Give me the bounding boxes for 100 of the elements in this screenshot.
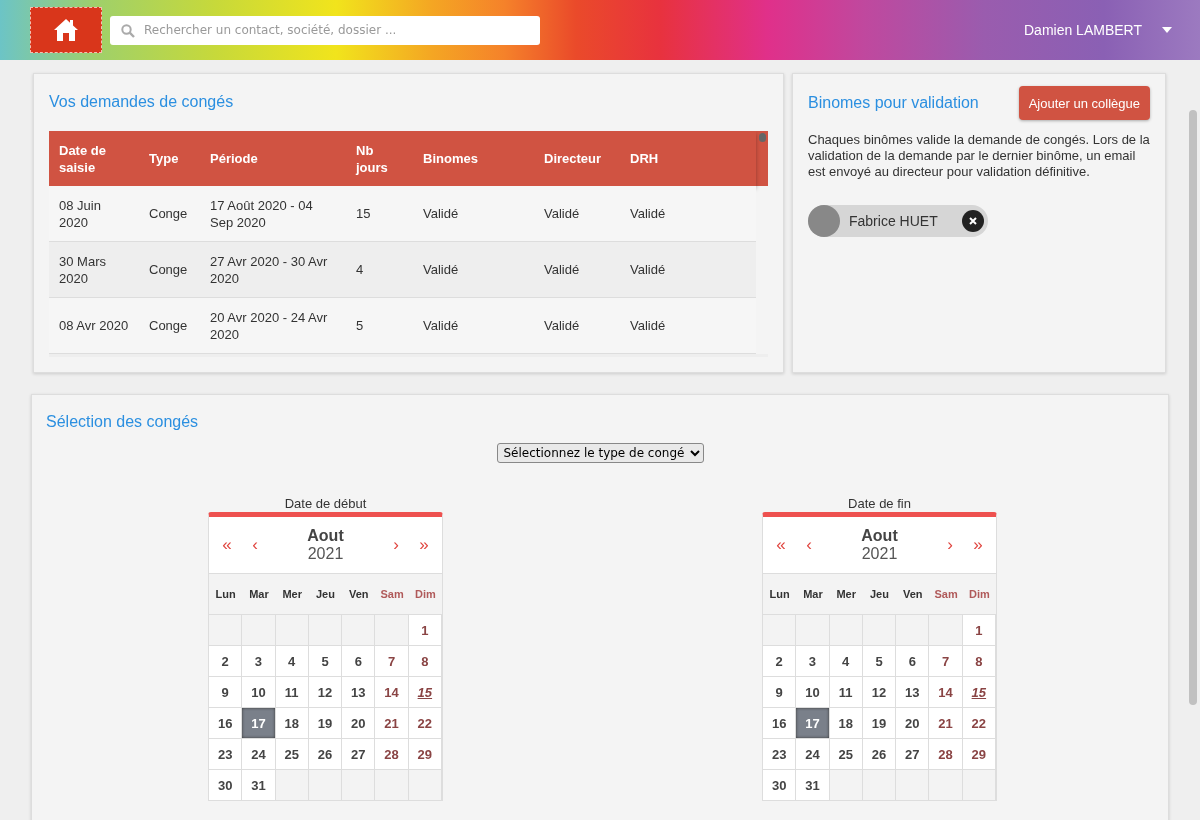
day-cell[interactable]: 13 <box>896 677 930 708</box>
table-cell: Validé <box>534 297 620 354</box>
day-cell[interactable]: 1 <box>408 615 442 646</box>
day-cell[interactable]: 21 <box>375 708 409 739</box>
home-icon <box>53 17 79 43</box>
table-cell: 4 <box>346 241 413 298</box>
day-cell[interactable]: 5 <box>862 646 897 677</box>
day-cell[interactable]: 5 <box>308 646 343 677</box>
caret-icon[interactable] <box>1162 27 1172 33</box>
next-year-button[interactable]: » <box>410 535 438 555</box>
prev-year-button[interactable]: « <box>213 535 241 555</box>
day-cell[interactable]: 29 <box>962 739 996 770</box>
day-cell[interactable]: 19 <box>862 708 897 739</box>
day-cell[interactable]: 9 <box>763 677 797 708</box>
day-cell[interactable]: 14 <box>929 677 963 708</box>
day-cell[interactable]: 4 <box>829 646 863 677</box>
day-cell[interactable]: 14 <box>375 677 409 708</box>
day-cell[interactable]: 3 <box>796 646 830 677</box>
table-cell: 30 Mars 2020 <box>49 241 139 298</box>
next-year-button[interactable]: » <box>964 535 992 555</box>
day-cell[interactable]: 10 <box>796 677 830 708</box>
day-cell[interactable]: 21 <box>929 708 963 739</box>
home-button[interactable] <box>30 7 102 53</box>
day-cell[interactable]: 26 <box>308 739 343 770</box>
day-cell[interactable]: 30 <box>763 770 797 801</box>
day-cell[interactable]: 17 <box>242 708 276 739</box>
day-cell[interactable]: 25 <box>275 739 309 770</box>
column-header: Date de saisie <box>58 141 107 177</box>
card-title: Sélection des congés <box>46 412 200 432</box>
prev-month-button[interactable]: ‹ <box>241 535 269 555</box>
search-field[interactable]: Rechercher un contact, société, dossier ... <box>110 15 540 45</box>
day-cell[interactable]: 27 <box>342 739 376 770</box>
day-cell[interactable]: 12 <box>862 677 897 708</box>
day-cell[interactable]: 12 <box>308 677 343 708</box>
day-cell[interactable]: 7 <box>375 646 409 677</box>
user-name[interactable]: Damien LAMBERT <box>1024 22 1142 38</box>
day-cell[interactable]: 11 <box>275 677 309 708</box>
page-scrollbar[interactable] <box>1189 110 1197 705</box>
day-cell[interactable]: 23 <box>763 739 797 770</box>
table-cell: 5 <box>346 297 413 354</box>
search-icon <box>121 23 135 38</box>
day-cell[interactable]: 15 <box>408 677 442 708</box>
day-cell[interactable]: 10 <box>242 677 276 708</box>
day-cell[interactable]: 18 <box>275 708 309 739</box>
day-cell[interactable]: 23 <box>209 739 243 770</box>
day-cell[interactable]: 9 <box>209 677 243 708</box>
day-cell[interactable]: 7 <box>929 646 963 677</box>
day-cell[interactable]: 8 <box>962 646 996 677</box>
day-cell[interactable]: 6 <box>342 646 376 677</box>
day-cell[interactable]: 20 <box>896 708 930 739</box>
day-cell[interactable]: 27 <box>896 739 930 770</box>
description-text: Chaques binômes valide la demande de congés. Lors de la validation de la demande par le dernier binôme, un email est envoyé au directeur pour validation définitive. <box>808 132 1150 180</box>
day-cell[interactable]: 2 <box>763 646 797 677</box>
day-cell[interactable]: 16 <box>209 708 243 739</box>
day-cell[interactable]: 2 <box>209 646 243 677</box>
scrollbar-thumb[interactable] <box>759 133 766 142</box>
column-header: Type <box>148 150 180 168</box>
table-cell: 08 Avr 2020 <box>49 297 139 354</box>
next-month-button[interactable]: › <box>936 535 964 555</box>
year-label: 2021 <box>861 545 898 563</box>
month-label: Aout <box>861 527 898 545</box>
prev-month-button[interactable]: ‹ <box>795 535 823 555</box>
day-cell[interactable]: 31 <box>242 770 276 801</box>
day-cell[interactable]: 8 <box>408 646 442 677</box>
day-cell[interactable]: 24 <box>796 739 830 770</box>
day-cell[interactable]: 20 <box>342 708 376 739</box>
table-cell: Validé <box>413 297 534 354</box>
day-cell[interactable]: 17 <box>796 708 830 739</box>
day-cell[interactable]: 13 <box>342 677 376 708</box>
day-cell[interactable]: 3 <box>242 646 276 677</box>
day-cell[interactable]: 6 <box>896 646 930 677</box>
column-header: Binomes <box>422 150 479 168</box>
day-cell[interactable]: 28 <box>375 739 409 770</box>
column-header: Nb jours <box>354 141 389 177</box>
day-cell[interactable]: 31 <box>796 770 830 801</box>
day-cell[interactable]: 18 <box>829 708 863 739</box>
day-cell[interactable]: 30 <box>209 770 243 801</box>
table-cell: Conge <box>139 241 200 298</box>
next-month-button[interactable]: › <box>382 535 410 555</box>
day-cell[interactable]: 1 <box>962 615 996 646</box>
day-cell[interactable]: 22 <box>962 708 996 739</box>
add-colleague-button[interactable]: Ajouter un collègue <box>1018 86 1150 120</box>
avatar-placeholder <box>808 205 840 237</box>
day-cell[interactable]: 25 <box>829 739 863 770</box>
day-cell[interactable]: 19 <box>308 708 343 739</box>
day-cell[interactable]: 28 <box>929 739 963 770</box>
day-cell[interactable]: 4 <box>275 646 309 677</box>
leave-type-select[interactable]: Sélectionnez le type de congé <box>496 443 704 463</box>
day-cell[interactable]: 29 <box>408 739 442 770</box>
day-cell[interactable]: 11 <box>829 677 863 708</box>
year-label: 2021 <box>307 545 344 563</box>
remove-button[interactable] <box>961 210 984 232</box>
day-cell[interactable]: 24 <box>242 739 276 770</box>
day-cell[interactable]: 16 <box>763 708 797 739</box>
day-cell[interactable]: 26 <box>862 739 897 770</box>
prev-year-button[interactable]: « <box>767 535 795 555</box>
card-title: Binomes pour validation <box>808 94 979 112</box>
day-cell[interactable]: 22 <box>408 708 442 739</box>
table-cell: Validé <box>620 241 756 298</box>
day-cell[interactable]: 15 <box>962 677 996 708</box>
